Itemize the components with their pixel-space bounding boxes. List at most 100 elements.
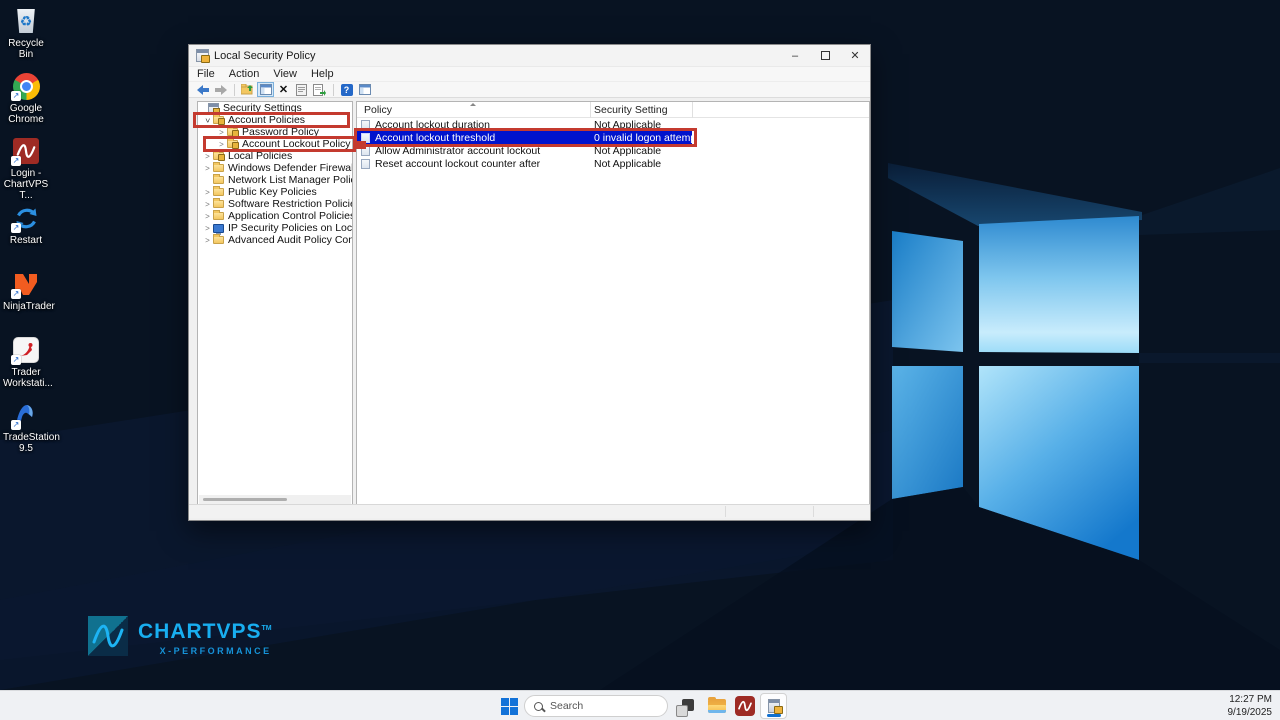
expander-icon[interactable]: > — [203, 164, 212, 173]
maximize-icon — [821, 51, 830, 60]
tree-item-software-restriction[interactable]: > Software Restriction Policies — [198, 198, 352, 210]
minimize-button[interactable]: – — [780, 45, 810, 66]
expander-icon[interactable]: > — [203, 188, 212, 197]
expander-icon[interactable]: > — [203, 152, 212, 161]
recycle-bin-icon: ♻ — [16, 9, 36, 33]
show-console-tree-button[interactable] — [257, 82, 274, 97]
file-explorer-icon — [708, 699, 726, 713]
clock[interactable]: 12:27 PM 9/19/2025 — [1228, 693, 1273, 719]
close-button[interactable]: ✕ — [840, 45, 870, 66]
policy-row-allow-administrator-lockout[interactable]: Allow Administrator account lockout Not … — [357, 144, 692, 157]
expander-icon[interactable]: > — [203, 236, 212, 245]
desktop-icon-tradestation[interactable]: ↗ TradeStation9.5 — [3, 400, 49, 454]
tray-time: 12:27 PM — [1228, 693, 1273, 706]
tree-item-application-control[interactable]: > Application Control Policies — [198, 210, 352, 222]
tree-item-label: Software Restriction Policies — [228, 198, 353, 210]
expander-icon[interactable]: > — [217, 128, 226, 137]
tree-item-advanced-audit-policy[interactable]: > Advanced Audit Policy Configuration — [198, 234, 352, 246]
console-tree-pane[interactable]: Security Settings > Account Policies > P… — [197, 101, 353, 506]
tree-item-label: Windows Defender Firewall with Adva — [228, 162, 353, 174]
windows-logo-icon — [501, 698, 518, 715]
column-header-security-setting[interactable]: Security Setting — [594, 104, 668, 116]
expander-icon[interactable]: > — [203, 116, 212, 125]
menu-action[interactable]: Action — [229, 68, 260, 80]
folder-icon — [213, 176, 224, 184]
expander-icon[interactable]: > — [217, 140, 226, 149]
desktop-icon-restart[interactable]: ↗ Restart — [3, 203, 49, 246]
new-window-button[interactable] — [356, 82, 373, 97]
forward-button[interactable] — [212, 82, 229, 97]
tree-item-ip-security-policies[interactable]: > IP Security Policies on Local Compute — [198, 222, 352, 234]
chartvps-logo-icon — [88, 616, 128, 656]
tree-item-local-policies[interactable]: > Local Policies — [198, 150, 352, 162]
desktop-icon-google-chrome[interactable]: ↗ GoogleChrome — [3, 71, 49, 125]
tree-item-public-key-policies[interactable]: > Public Key Policies — [198, 186, 352, 198]
back-button[interactable] — [194, 82, 211, 97]
chartvps-watermark: CHARTVPSTM X-PERFORMANCE — [88, 616, 272, 656]
chartvps-app-button[interactable] — [733, 695, 757, 717]
policy-row-account-lockout-threshold[interactable]: Account lockout threshold 0 invalid logo… — [357, 131, 692, 144]
menu-file[interactable]: File — [197, 68, 215, 80]
policy-row-reset-lockout-counter[interactable]: Reset account lockout counter after Not … — [357, 157, 692, 170]
tree-item-label: Local Policies — [228, 150, 292, 162]
start-button[interactable] — [497, 695, 521, 717]
search-box[interactable]: Search — [524, 695, 668, 717]
tree-item-label: Network List Manager Policies — [228, 174, 353, 186]
folder-icon — [213, 236, 224, 244]
export-list-button[interactable] — [311, 82, 328, 97]
status-bar-divider — [813, 506, 814, 517]
policy-name: Account lockout threshold — [375, 132, 594, 144]
toolbar-separator — [333, 84, 334, 96]
policy-icon — [361, 146, 370, 156]
policy-name: Allow Administrator account lockout — [375, 145, 594, 157]
window-titlebar[interactable]: Local Security Policy – ✕ — [189, 45, 870, 66]
tree-item-account-lockout-policy[interactable]: > Account Lockout Policy — [198, 138, 352, 150]
tree-item-password-policy[interactable]: > Password Policy — [198, 126, 352, 138]
task-view-button[interactable] — [677, 695, 701, 717]
file-explorer-button[interactable] — [705, 695, 729, 717]
policy-row-account-lockout-duration[interactable]: Account lockout duration Not Applicable — [357, 118, 692, 131]
menu-view[interactable]: View — [273, 68, 297, 80]
folder-lock-icon — [213, 152, 224, 160]
column-divider[interactable] — [692, 102, 693, 118]
properties-button[interactable] — [293, 82, 310, 97]
expander-icon[interactable]: > — [203, 212, 212, 221]
delete-button[interactable]: ✕ — [275, 82, 292, 97]
expander-icon[interactable]: > — [203, 200, 212, 209]
policy-icon — [361, 159, 370, 169]
shortcut-arrow-icon: ↗ — [11, 223, 21, 233]
status-bar-divider — [725, 506, 726, 517]
desktop-icon-recycle-bin[interactable]: ♻ Recycle Bin — [3, 6, 49, 60]
desktop-icon-trader-workstation[interactable]: ↗ TraderWorkstati... — [3, 335, 49, 389]
policy-name: Reset account lockout counter after — [375, 158, 594, 170]
horizontal-scrollbar[interactable] — [199, 495, 351, 504]
icon-label: Google — [3, 103, 49, 114]
help-icon: ? — [341, 84, 353, 96]
icon-label: Trader — [3, 367, 49, 378]
menu-help[interactable]: Help — [311, 68, 334, 80]
tree-root-security-settings[interactable]: Security Settings — [198, 102, 352, 114]
icon-label: Workstati... — [3, 378, 49, 389]
shortcut-arrow-icon: ↗ — [11, 289, 21, 299]
column-header-policy[interactable]: Policy — [364, 104, 392, 116]
security-settings-icon — [208, 103, 219, 114]
column-divider[interactable] — [590, 102, 591, 118]
expander-icon[interactable]: > — [203, 224, 212, 233]
policy-setting: Not Applicable — [594, 119, 692, 131]
up-one-level-button[interactable] — [239, 82, 256, 97]
folder-icon — [213, 200, 224, 208]
help-button[interactable]: ? — [338, 82, 355, 97]
maximize-button[interactable] — [810, 45, 840, 66]
shortcut-arrow-icon: ↗ — [11, 355, 21, 365]
scrollbar-thumb[interactable] — [203, 498, 287, 501]
tree-item-windows-defender-firewall[interactable]: > Windows Defender Firewall with Adva — [198, 162, 352, 174]
local-security-policy-taskbar-button[interactable] — [760, 693, 787, 719]
desktop-icon-ninjatrader[interactable]: ↗ NinjaTrader — [3, 269, 49, 312]
desktop-icon-login-chartvps[interactable]: ↗ Login -ChartVPS T... — [3, 136, 49, 201]
icon-label: Chrome — [3, 114, 49, 125]
tree-item-network-list-manager[interactable]: Network List Manager Policies — [198, 174, 352, 186]
policy-setting: Not Applicable — [594, 158, 692, 170]
tree-item-account-policies[interactable]: > Account Policies — [198, 114, 352, 126]
tree-item-label: Account Lockout Policy — [242, 138, 351, 150]
policy-list-pane[interactable]: Policy Security Setting Account lockout … — [356, 101, 870, 506]
